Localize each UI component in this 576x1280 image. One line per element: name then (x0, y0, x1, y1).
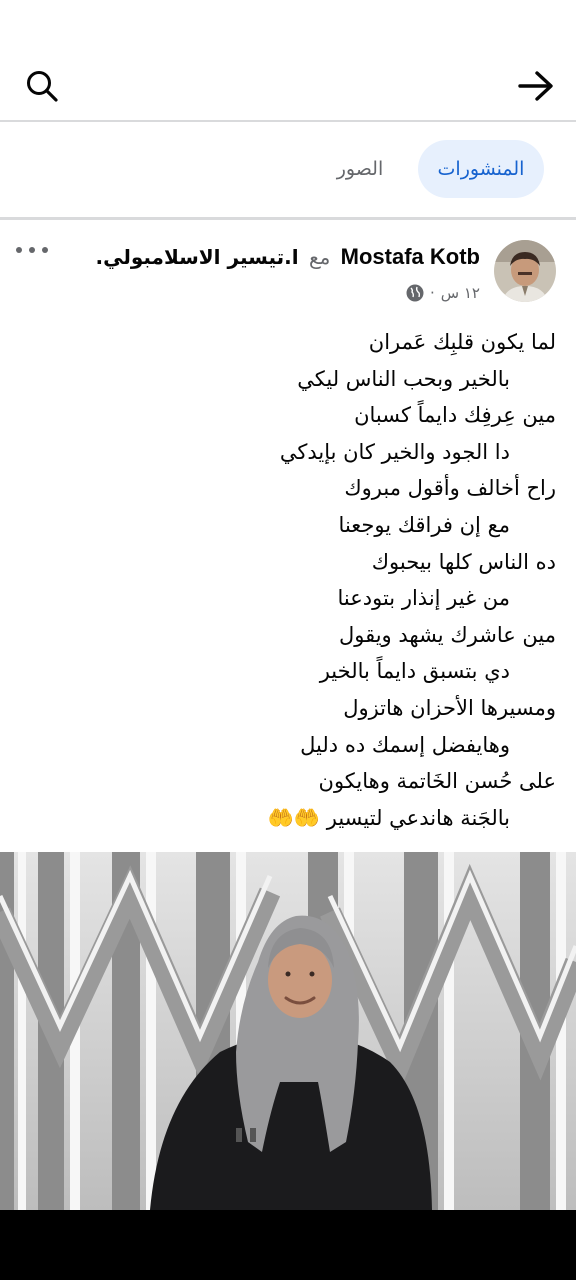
author-name[interactable]: Mostafa Kotb (341, 244, 480, 269)
poem-line: ده الناس كلها بيحبوك (371, 549, 556, 574)
poem-line: دا الجود والخير كان بإيدكي (279, 439, 510, 464)
post-text: لما يكون قلبِك عَمران بالخير وبحب الناس … (16, 324, 556, 836)
profile-tabs: المنشورات الصور (0, 122, 576, 218)
poem-line: بالجَنة هاندعي لتيسير 🤲🤲 (267, 805, 510, 830)
poem-line: مين عِرفِك دايماً كسبان (354, 403, 556, 428)
back-button[interactable] (514, 64, 558, 108)
more-dot (16, 247, 22, 253)
meta-separator: · (430, 284, 435, 302)
poem-line: دي بتسبق دايماً بالخير (319, 659, 510, 684)
post-options-button[interactable] (14, 238, 50, 262)
tab-photos[interactable]: الصور (320, 140, 400, 198)
poem-line: على حُسن الخَاتمة وهايكون (318, 769, 556, 794)
tagged-suffix: . (95, 245, 104, 269)
top-bar (0, 0, 576, 120)
search-icon (27, 71, 58, 102)
photo-illustration (0, 852, 576, 1210)
tagged-user[interactable]: ا.تيسير الاسلامبولي (103, 245, 298, 269)
poem-line: مع إن فراقك يوجعنا (338, 512, 510, 537)
poem-line: وهايفضل إسمك ده دليل (300, 732, 510, 757)
search-button[interactable] (20, 64, 64, 108)
post-photo[interactable] (0, 852, 576, 1210)
tab-posts[interactable]: المنشورات (418, 140, 544, 198)
avatar[interactable] (494, 240, 556, 302)
post-header: Mostafa Kotb مع ا.تيسير الاسلامبولي. ١٢ … (0, 226, 576, 316)
poem-line: راح أخالف وأقول مبروك (344, 476, 556, 501)
system-navigation-bar (0, 1210, 576, 1280)
more-dot (42, 247, 48, 253)
poem-line: ومسيرها الأحزان هاتزول (343, 695, 556, 720)
tabs-divider (0, 217, 576, 220)
more-dot (29, 247, 35, 253)
poem-line: مين عاشرك يشهد ويقول (338, 622, 556, 647)
post-author-line: Mostafa Kotb مع ا.تيسير الاسلامبولي. (96, 244, 481, 270)
poem-line: لما يكون قلبِك عَمران (368, 330, 556, 354)
poem-line: بالخير وبحب الناس ليكي (297, 366, 510, 391)
post-time[interactable]: ١٢ س (441, 284, 480, 302)
with-label: مع (308, 245, 331, 269)
poem-line: من غير إنذار بتودعنا (337, 586, 511, 611)
globe-icon (406, 284, 424, 302)
arrow-right-icon (518, 71, 553, 101)
author-photo (494, 240, 556, 302)
post-meta: ١٢ س · (406, 284, 480, 302)
